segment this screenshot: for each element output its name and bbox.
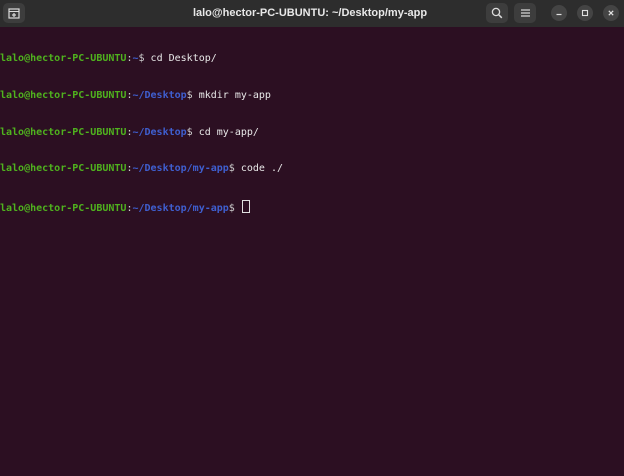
search-button[interactable] bbox=[486, 3, 508, 23]
terminal-line: lalo@hector-PC-UBUNTU:~/Desktop/my-app$ bbox=[0, 199, 624, 214]
command-text: mkdir my-app bbox=[192, 90, 271, 101]
command-text: code ./ bbox=[234, 163, 283, 175]
close-button[interactable] bbox=[603, 5, 619, 21]
minimize-icon bbox=[556, 13, 562, 16]
command-text: cd my-app/ bbox=[192, 126, 259, 138]
prompt-path: ~/Desktop bbox=[132, 90, 187, 101]
terminal-line: lalo@hector-PC-UBUNTU:~/Desktop$ cd my-a… bbox=[0, 127, 624, 139]
prompt-path: ~/Desktop bbox=[132, 126, 187, 138]
minimize-button[interactable] bbox=[551, 5, 567, 21]
terminal-cursor[interactable] bbox=[241, 199, 250, 213]
terminal-line: lalo@hector-PC-UBUNTU:~$ cd Desktop/ bbox=[0, 53, 624, 65]
title-bar[interactable]: lalo@hector-PC-UBUNTU: ~/Desktop/my-app bbox=[0, 0, 624, 27]
terminal-line: lalo@hector-PC-UBUNTU:~/Desktop/my-app$ … bbox=[0, 163, 624, 175]
search-icon bbox=[491, 7, 503, 19]
terminal-line: lalo@hector-PC-UBUNTU:~/Desktop$ mkdir m… bbox=[0, 90, 624, 102]
terminal-window: lalo@hector-PC-UBUNTU: ~/Desktop/my-app bbox=[0, 0, 624, 476]
maximize-icon bbox=[581, 9, 589, 17]
prompt-path: ~/Desktop/my-app bbox=[132, 163, 229, 175]
prompt-user-host: lalo@hector-PC-UBUNTU bbox=[0, 53, 127, 65]
menu-button[interactable] bbox=[514, 3, 536, 23]
prompt-user-host: lalo@hector-PC-UBUNTU bbox=[0, 202, 127, 214]
prompt-user-host: lalo@hector-PC-UBUNTU bbox=[0, 126, 127, 138]
prompt-path: ~/Desktop/my-app bbox=[132, 202, 229, 214]
maximize-button[interactable] bbox=[577, 5, 593, 21]
new-tab-icon bbox=[8, 7, 20, 19]
command-text bbox=[235, 203, 241, 214]
new-tab-button[interactable] bbox=[3, 3, 25, 23]
window-title: lalo@hector-PC-UBUNTU: ~/Desktop/my-app bbox=[192, 7, 428, 19]
prompt-user-host: lalo@hector-PC-UBUNTU bbox=[0, 163, 127, 175]
command-text: cd Desktop/ bbox=[144, 53, 217, 65]
close-icon bbox=[608, 10, 614, 16]
hamburger-menu-icon bbox=[520, 9, 530, 17]
prompt-user-host: lalo@hector-PC-UBUNTU bbox=[0, 90, 127, 101]
terminal-output[interactable]: lalo@hector-PC-UBUNTU:~$ cd Desktop/ lal… bbox=[0, 29, 624, 236]
